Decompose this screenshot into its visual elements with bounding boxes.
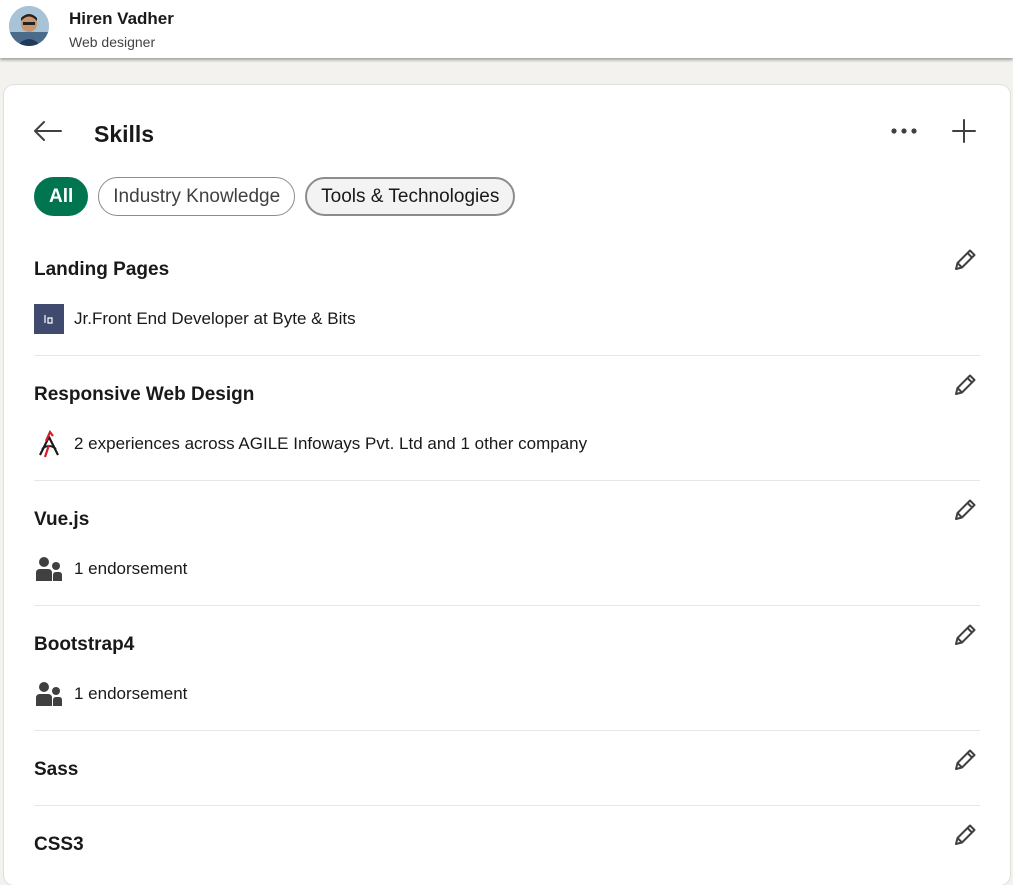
people-icon [34,679,64,709]
edit-skill-button[interactable] [950,620,980,650]
skill-detail-text[interactable]: 1 endorsement [74,559,187,579]
add-skill-button[interactable] [946,113,982,149]
skill-detail: 1 endorsement [34,554,187,584]
skills-list: Landing Pages Jr.Front End Developer at … [34,231,980,881]
skill-filter-pills: All Industry Knowledge Tools & Technolog… [34,177,516,216]
skill-detail: 2 experiences across AGILE Infoways Pvt.… [34,429,587,459]
list-item: Responsive Web Design 2 experiences acro… [34,356,980,481]
list-item: CSS3 [34,806,980,881]
pencil-icon [955,249,976,270]
pencil-icon [955,824,976,845]
skill-detail-text[interactable]: 1 endorsement [74,684,187,704]
edit-skill-button[interactable] [950,745,980,775]
skill-name[interactable]: Sass [34,759,78,781]
skill-name[interactable]: CSS3 [34,834,84,856]
filter-industry-knowledge[interactable]: Industry Knowledge [98,177,296,216]
company-logo-icon [34,304,64,334]
company-logo-icon [34,429,64,459]
filter-tools-technologies[interactable]: Tools & Technologies [305,177,516,216]
list-item: Bootstrap4 1 endorsement [34,606,980,731]
list-item: Vue.js 1 endorsement [34,481,980,606]
skill-detail-text: Jr.Front End Developer at Byte & Bits [74,309,356,328]
skill-name[interactable]: Bootstrap4 [34,634,134,656]
list-item: Landing Pages Jr.Front End Developer at … [34,231,980,356]
skill-detail: Jr.Front End Developer at Byte & Bits [34,304,356,334]
edit-skill-button[interactable] [950,245,980,275]
arrow-left-icon [34,121,62,141]
profile-header: Hiren Vadher Web designer [0,0,1013,58]
pencil-icon [955,749,976,770]
back-button[interactable] [30,113,66,149]
profile-name[interactable]: Hiren Vadher [69,9,174,29]
list-item: Sass [34,731,980,806]
skill-name[interactable]: Vue.js [34,509,89,531]
edit-skill-button[interactable] [950,820,980,850]
skill-name[interactable]: Landing Pages [34,259,169,281]
pencil-icon [955,374,976,395]
pencil-icon [955,624,976,645]
skill-detail-text: 2 experiences across AGILE Infoways Pvt.… [74,434,588,453]
skill-detail: 1 endorsement [34,679,187,709]
skill-name[interactable]: Responsive Web Design [34,384,254,406]
avatar[interactable] [9,6,49,46]
ellipsis-icon [891,128,917,134]
more-options-button[interactable] [886,113,922,149]
edit-skill-button[interactable] [950,495,980,525]
page-title: Skills [94,121,155,147]
skills-card: Skills All Industry Knowledge Tools & Te… [4,85,1010,885]
edit-skill-button[interactable] [950,370,980,400]
filter-all[interactable]: All [34,177,89,216]
people-icon [34,554,64,584]
profile-headline: Web designer [69,34,156,50]
pencil-icon [955,499,976,520]
plus-icon [952,119,976,143]
